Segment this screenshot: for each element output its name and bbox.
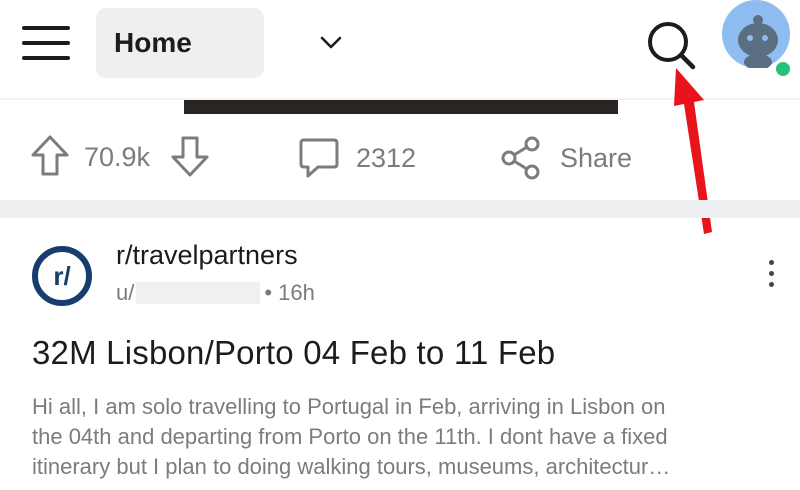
comment-count: 2312 (356, 142, 417, 173)
user-prefix: u/ (116, 280, 135, 305)
menu-line (22, 56, 70, 60)
post-body-line: the 04th and departing from Porto on the… (32, 424, 668, 449)
downvote-icon (171, 136, 209, 177)
online-status-dot (774, 60, 792, 78)
community-icon[interactable]: r/ (32, 246, 92, 306)
menu-line (22, 26, 70, 30)
downvote-button[interactable] (170, 134, 210, 178)
post-action-bar: 70.9k 2312 Share (0, 128, 800, 188)
upvote-button[interactable] (30, 134, 70, 178)
menu-icon[interactable] (22, 22, 70, 64)
post-separator (0, 200, 800, 218)
post-body-line: Hi all, I am solo travelling to Portugal… (32, 394, 666, 419)
menu-line (22, 41, 70, 45)
dot (769, 271, 774, 276)
share-label: Share (560, 142, 633, 173)
more-vertical-icon[interactable] (760, 256, 782, 290)
dot (769, 282, 774, 287)
post-body-line: itinerary but I plan to doing walking to… (32, 454, 671, 479)
chevron-down-icon (320, 36, 342, 49)
redacted-username (136, 282, 261, 304)
dot (769, 260, 774, 265)
post-image-bottom-edge (184, 100, 618, 114)
upvote-icon (31, 135, 69, 176)
vote-count: 70.9k (84, 142, 151, 172)
comment-icon (299, 138, 339, 178)
feed-selector-label: Home (114, 27, 192, 58)
post-age: • 16h (264, 280, 315, 305)
post-title[interactable]: 32M Lisbon/Porto 04 Feb to 11 Feb (32, 334, 555, 372)
comments-button[interactable]: 2312 (298, 136, 416, 180)
feed-selector-dropdown[interactable]: Home (96, 8, 342, 78)
post-meta: u/ • 16h (116, 280, 315, 306)
user-avatar[interactable] (722, 0, 790, 70)
avatar-icon (738, 15, 778, 70)
share-button[interactable]: Share (500, 136, 632, 180)
post-body[interactable]: Hi all, I am solo travelling to Portugal… (32, 392, 784, 482)
share-icon (501, 136, 540, 180)
community-name[interactable]: r/travelpartners (116, 240, 298, 271)
